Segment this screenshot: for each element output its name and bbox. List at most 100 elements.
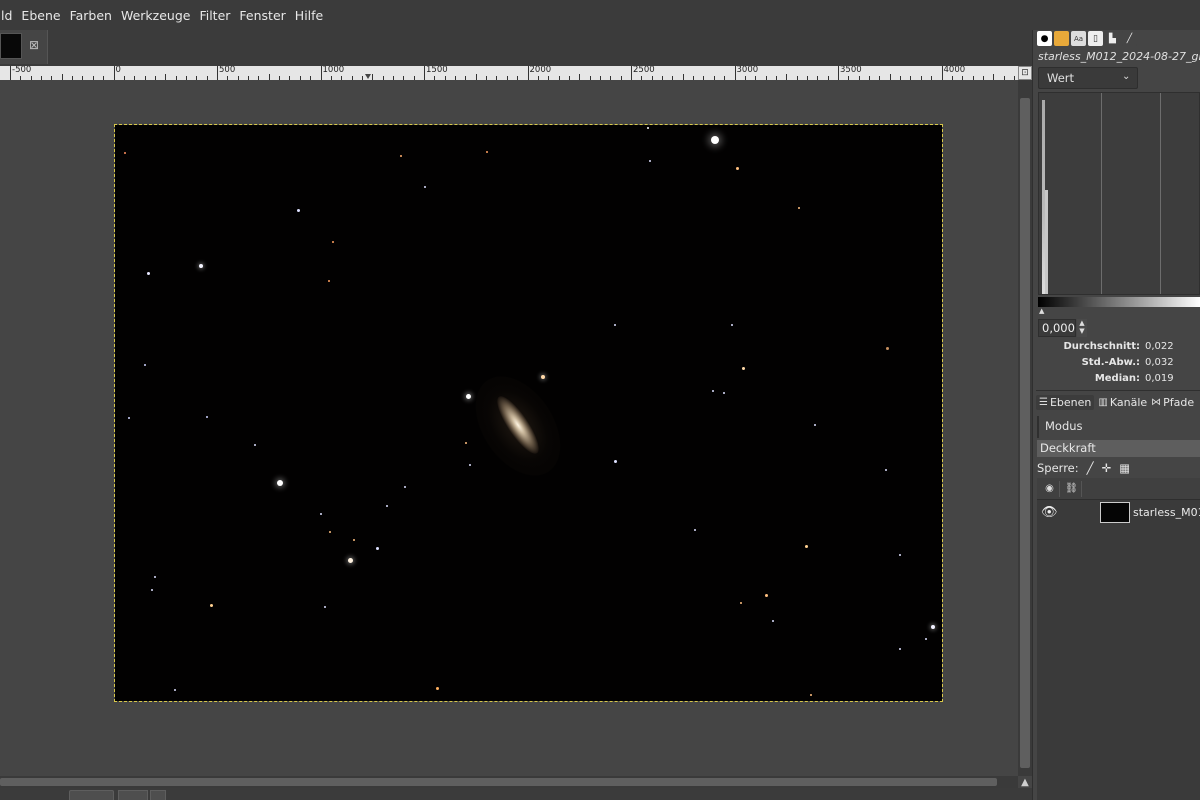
star — [199, 264, 203, 268]
star — [296, 208, 300, 212]
ruler-major-tick — [217, 66, 218, 80]
ruler-label: 2000 — [529, 66, 552, 75]
tab-ebenen-label: Ebenen — [1049, 395, 1092, 409]
star — [209, 603, 213, 607]
star — [614, 324, 616, 326]
histogram-image-title: starless_M012_2024-08-27_gim — [1038, 50, 1200, 63]
horizontal-scroll-thumb[interactable] — [0, 778, 997, 786]
document-tab-icon[interactable]: ▯ — [1088, 31, 1103, 46]
ruler-label: 3000 — [736, 66, 759, 75]
close-icon[interactable]: ⊠ — [27, 38, 41, 52]
star — [810, 694, 812, 696]
star — [174, 689, 176, 691]
star — [814, 424, 816, 426]
layers-icon: ☰ — [1039, 396, 1048, 408]
ruler-major-tick — [320, 66, 322, 80]
ruler-major-tick — [838, 66, 839, 80]
dock-tab-bar: ● ■ Aa ▯ ▙ ╱ — [1037, 31, 1137, 47]
ruler-label: 500 — [219, 66, 236, 75]
lock-alpha-icon[interactable]: ▦ — [1119, 461, 1130, 475]
menu-werkzeuge[interactable]: Werkzeuge — [117, 8, 195, 23]
range-start-field[interactable]: 0,000 — [1038, 319, 1076, 337]
star — [353, 539, 355, 541]
font-tab-icon[interactable]: Aa — [1071, 31, 1086, 46]
star — [206, 416, 208, 418]
star — [885, 346, 889, 350]
ruler-label: 4000 — [943, 66, 966, 75]
zoom-selector[interactable] — [118, 790, 148, 800]
opacity-slider[interactable]: Deckkraft — [1037, 440, 1200, 457]
tab-ebenen[interactable]: ☰ Ebenen — [1036, 394, 1095, 410]
star — [347, 557, 353, 563]
star — [647, 127, 649, 129]
brush-tab-icon[interactable]: ● — [1037, 31, 1052, 46]
star — [899, 648, 901, 650]
star — [332, 241, 334, 243]
horizontal-ruler: -500 0 500 1000 1500 2000 2500 3000 3500 4000 — [0, 66, 1018, 80]
menu-bild[interactable]: ld — [0, 8, 16, 23]
star — [277, 480, 283, 486]
star — [404, 486, 406, 488]
ruler-label: 0 — [115, 66, 121, 75]
lock-position-icon[interactable]: ✛ — [1102, 461, 1112, 475]
star — [712, 390, 714, 392]
star — [764, 593, 768, 597]
tab-pfade[interactable]: ⋈ Pfade — [1151, 396, 1194, 409]
star — [400, 155, 402, 157]
ruler-label: 2500 — [633, 66, 655, 75]
canvas-area[interactable] — [0, 80, 1018, 776]
star — [320, 513, 322, 515]
lock-label: Sperre: — [1037, 461, 1079, 475]
ruler-major-tick — [527, 66, 529, 80]
range-spin-button[interactable]: ▲ ▼ — [1077, 319, 1087, 337]
pointer-tab-icon[interactable]: ╱ — [1122, 31, 1137, 46]
lock-pixels-icon[interactable]: ╱ — [1087, 461, 1094, 475]
histogram-gridline — [1101, 93, 1102, 294]
star — [804, 544, 808, 548]
star — [128, 417, 130, 419]
menu-filter[interactable]: Filter — [195, 8, 234, 23]
unit-selector[interactable] — [69, 790, 114, 800]
histogram-gradient-bar[interactable] — [1038, 297, 1200, 307]
star — [465, 393, 471, 399]
menu-ebene[interactable]: Ebene — [17, 8, 64, 23]
zoom-dropdown[interactable] — [150, 790, 166, 800]
star — [124, 152, 126, 154]
star — [469, 464, 471, 466]
star — [885, 469, 887, 471]
layer-thumbnail[interactable] — [1100, 502, 1130, 523]
zoom-to-fit-icon[interactable]: ⊡ — [1018, 66, 1032, 80]
star — [144, 364, 146, 366]
layer-name[interactable]: starless_M01 — [1133, 506, 1200, 519]
pattern-tab-icon[interactable]: ■ — [1054, 31, 1069, 46]
tab-kanaele-label: Kanäle — [1109, 395, 1148, 409]
paths-icon: ⋈ — [1151, 396, 1162, 408]
star — [324, 606, 326, 608]
star — [649, 160, 651, 162]
star — [146, 271, 150, 275]
menu-farben[interactable]: Farben — [66, 8, 116, 23]
menu-fenster[interactable]: Fenster — [235, 8, 289, 23]
eye-icon[interactable]: 👁 — [1041, 505, 1058, 520]
image-tab-thumbnail[interactable] — [0, 33, 22, 59]
histogram-tab-icon[interactable]: ▙ — [1105, 31, 1120, 46]
tab-kanaele[interactable]: ▥ Kanäle — [1098, 396, 1147, 409]
histogram-graph[interactable] — [1038, 92, 1200, 295]
star — [386, 505, 388, 507]
menu-hilfe[interactable]: Hilfe — [291, 8, 327, 23]
chevron-down-icon: ⌄ — [1122, 71, 1131, 82]
layers-list[interactable] — [1037, 478, 1200, 800]
star — [151, 589, 153, 591]
star — [798, 207, 800, 209]
ruler-major-tick — [941, 66, 943, 80]
image-canvas[interactable] — [114, 124, 943, 702]
star — [694, 529, 696, 531]
channels-icon: ▥ — [1098, 396, 1108, 408]
vertical-scroll-thumb[interactable] — [1020, 98, 1030, 768]
range-marker-icon[interactable]: ▲ — [1039, 307, 1044, 315]
menubar: ld Ebene Farben Werkzeuge Filter Fenster… — [0, 0, 1200, 30]
mode-select[interactable]: Modus — [1037, 416, 1200, 438]
star — [723, 392, 725, 394]
layers-dock-tabs: ☰ Ebenen ▥ Kanäle ⋈ Pfade — [1036, 392, 1200, 412]
stat-mean-value: 0,022 — [1145, 341, 1174, 352]
